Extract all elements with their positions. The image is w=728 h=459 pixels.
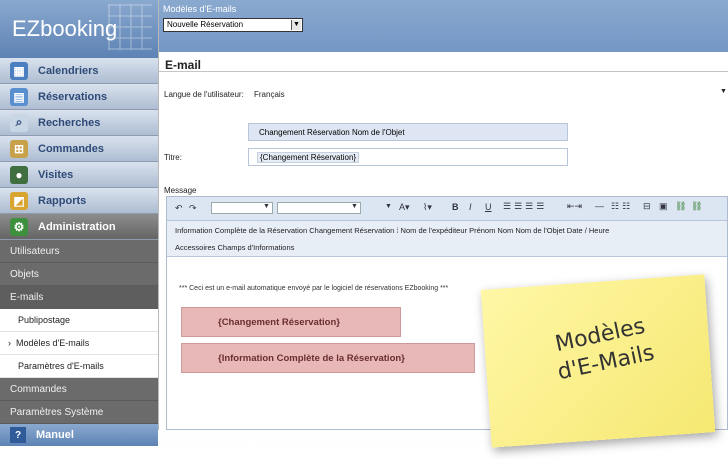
calendar-icon: ▦ [10,61,28,80]
placeholder-block[interactable]: {Information Complète de la Réservation} [181,343,475,373]
text-color-icon[interactable]: A▾ [399,202,410,213]
placeholder-block-text: {Information Complète de la Réservation} [218,353,405,364]
screen: EZbooking ▦ Calendriers ▤ Réservations ⌕… [0,0,728,459]
placeholder-toolbar-2[interactable]: Accessoires Champs d'Informations [167,239,727,257]
admin-icon: ⚙ [10,217,28,236]
sticky-note: Modèles d'E-Mails [480,274,716,448]
sidebar-subitem-parametres-systeme[interactable]: Paramètres Système [0,401,158,424]
sidebar: EZbooking ▦ Calendriers ▤ Réservations ⌕… [0,0,158,446]
sidebar-subitem-modeles-emails[interactable]: › Modèles d'E-mails [0,332,158,355]
title-input-value: {Changement Réservation} [257,152,360,163]
main-header: Modèles d'E-mails Nouvelle Réservation ▼ [159,0,728,52]
sidebar-item-label: Administration [38,220,116,233]
sidebar-item-label: Rapports [38,194,87,207]
sidebar-item-reservations[interactable]: ▤ Réservations [0,84,158,110]
sidebar-item-label: Réservations [38,90,108,103]
list-icons[interactable]: ☷☷ [611,201,633,212]
sidebar-item-label: Visites [38,168,74,181]
sidebar-item-calendriers[interactable]: ▦ Calendriers [0,58,158,84]
chevron-down-icon: ▼ [351,203,358,210]
underline-icon[interactable]: U [485,202,492,212]
undo-icon[interactable]: ↶ [175,203,183,214]
unlink-icon[interactable]: ⛓ [691,201,702,212]
highlight-icon[interactable]: ⌇▾ [423,202,432,213]
chevron-down-icon: ▼ [291,20,301,30]
sticky-note-text: Modèles d'E-Mails [509,304,697,396]
bold-icon[interactable]: B [452,202,459,212]
redo-icon[interactable]: ↷ [189,203,197,214]
placeholder-block-text: {Changement Réservation} [218,317,340,328]
language-label: Langue de l'utilisateur: [164,90,244,99]
italic-icon[interactable]: I [469,202,472,212]
section-title: E-mail [159,52,728,72]
active-arrow-icon: › [8,338,11,348]
indent-icons[interactable]: ⇤⇥ [567,201,582,212]
message-label: Message [164,186,197,195]
sidebar-subitem-label: Commandes [10,383,67,395]
sidebar-subitem-parametres-emails[interactable]: Paramètres d'E-mails [0,355,158,378]
app-logo[interactable]: EZbooking [0,0,158,58]
size-select[interactable] [277,202,361,214]
chevron-down-icon[interactable]: ▼ [720,88,727,95]
placeholder-list: Accessoires Champs d'Informations [175,243,295,252]
sidebar-subitem-label: Utilisateurs [10,245,60,257]
table-icon[interactable]: ⊟ [643,201,651,212]
sidebar-item-label: Manuel [36,429,74,441]
placeholder-list: Information Complète de la Réservation C… [175,226,610,235]
sidebar-item-visites[interactable]: ● Visites [0,162,158,188]
logo-text: EZbooking [12,16,118,41]
language-select[interactable]: Français [254,90,285,99]
sidebar-item-manuel[interactable]: ? Manuel [0,424,158,446]
help-icon: ? [10,427,26,443]
sidebar-subitem-emails[interactable]: E-mails [0,286,158,309]
sidebar-item-administration[interactable]: ⚙ Administration [0,214,158,240]
language-select-value: Français [254,90,285,99]
sidebar-subitem-label: Modèles d'E-mails [16,338,90,348]
link-icon[interactable]: ⛓ [675,201,686,212]
cart-icon: ⊞ [10,139,28,158]
chevron-down-icon: ▼ [263,203,270,210]
sidebar-item-label: Commandes [38,142,105,155]
sidebar-subitem-label: E-mails [10,291,44,303]
sidebar-subitem-publipostage[interactable]: Publipostage [0,309,158,332]
title-label: Titre: [164,153,182,162]
reservation-icon: ▤ [10,87,28,106]
template-select[interactable]: Nouvelle Réservation ▼ [163,18,303,32]
sidebar-item-recherches[interactable]: ⌕ Recherches [0,110,158,136]
sidebar-subitem-label: Objets [10,268,39,280]
search-icon: ⌕ [10,113,28,132]
sidebar-subitem-label: Paramètres Système [10,406,104,418]
sidebar-subitem-label: Paramètres d'E-mails [18,361,104,371]
sidebar-item-label: Recherches [38,116,101,129]
title-field-chips[interactable]: Changement Réservation Nom de l'Objet [248,123,568,141]
sidebar-subitem-commandes[interactable]: Commandes [0,378,158,401]
sidebar-item-rapports[interactable]: ◩ Rapports [0,188,158,214]
page-title: Modèles d'E-mails [163,4,237,14]
reports-icon: ◩ [10,191,28,210]
chips-text: Changement Réservation Nom de l'Objet [259,128,405,137]
sidebar-item-commandes[interactable]: ⊞ Commandes [0,136,158,162]
placeholder-toolbar[interactable]: Information Complète de la Réservation C… [167,221,727,239]
title-input[interactable]: {Changement Réservation} [248,148,568,166]
editor-toolbar: ↶ ↷ ▼ ▼ ▼ A▾ ⌇▾ B I U ☰☰☰☰ ⇤⇥ — ☷☷ ⊟ ▣ ⛓… [167,197,727,221]
image-icon[interactable]: ▣ [659,201,668,212]
chevron-down-icon[interactable]: ▼ [385,203,392,210]
placeholder-block[interactable]: {Changement Réservation} [181,307,401,337]
email-submenu: Publipostage › Modèles d'E-mails Paramètr… [0,309,158,378]
sidebar-item-label: Calendriers [38,64,99,77]
sidebar-subitem-label: Publipostage [18,315,71,325]
align-icons[interactable]: ☰☰☰☰ [503,201,547,212]
visits-icon: ● [10,165,28,184]
email-intro-line: *** Ceci est un e-mail automatique envoy… [179,285,449,292]
sidebar-subitem-objets[interactable]: Objets [0,263,158,286]
logo-calendar-grid [108,4,152,50]
hr-icon[interactable]: — [595,201,604,211]
template-select-value: Nouvelle Réservation [167,20,244,29]
sidebar-subitem-utilisateurs[interactable]: Utilisateurs [0,240,158,263]
